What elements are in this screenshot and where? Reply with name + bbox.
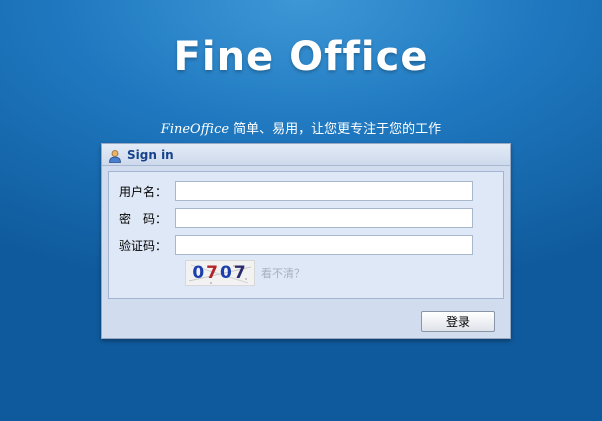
slogan-brand: FineOffice <box>160 122 230 137</box>
captcha-digit: 0 <box>192 263 207 283</box>
panel-header: Sign in <box>102 144 510 166</box>
captcha-label: 验证码： <box>119 238 168 253</box>
captcha-row: 0707 看不清？ <box>185 260 305 286</box>
username-input[interactable] <box>175 181 473 201</box>
panel-title: Sign in <box>127 147 174 162</box>
captcha-digit: 0 <box>220 263 234 283</box>
captcha-digit: 7 <box>206 263 220 283</box>
slogan: FineOffice 简单、易用，让您更专注于您的工作 <box>0 118 602 137</box>
captcha-code: 0707 <box>192 263 247 283</box>
login-form: 用户名： 密 码： 验证码： 0707 看不清？ <box>108 171 504 299</box>
captcha-digit: 7 <box>233 263 248 283</box>
user-icon <box>108 148 122 163</box>
captcha-image[interactable]: 0707 <box>185 260 255 286</box>
password-label: 密 码： <box>119 211 168 226</box>
login-button[interactable]: 登录 <box>421 311 495 332</box>
username-label: 用户名： <box>119 184 168 199</box>
slogan-text: 简单、易用，让您更专注于您的工作 <box>229 122 442 137</box>
password-input[interactable] <box>175 208 473 228</box>
captcha-input[interactable] <box>175 235 473 255</box>
sign-in-panel: Sign in 用户名： 密 码： 验证码： 0707 看不清？ 登录 <box>101 143 511 339</box>
captcha-refresh-link[interactable]: 看不清？ <box>261 265 305 281</box>
app-logo: Fine Office <box>173 34 429 80</box>
